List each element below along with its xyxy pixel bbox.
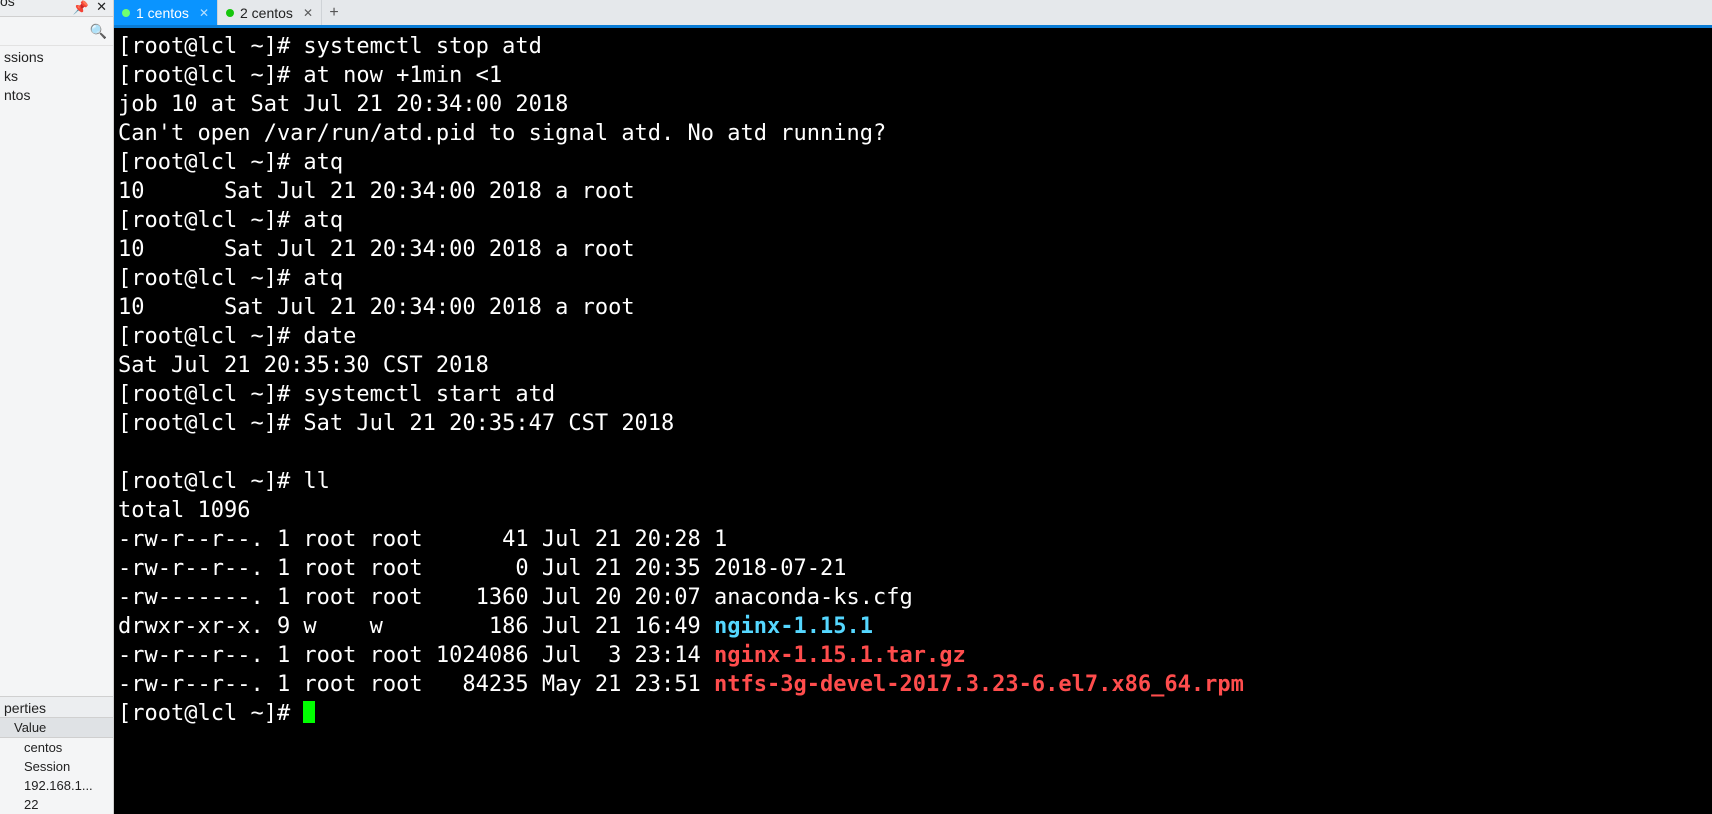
left-panel: os 📌 ✕ 🔍 ssionsksntos perties Value cent… <box>0 0 114 814</box>
cursor <box>303 701 315 723</box>
search-icon[interactable]: 🔍 <box>90 23 107 40</box>
ls-meta: -rw-r--r--. 1 root root 41 Jul 21 20:28 <box>118 527 714 552</box>
status-dot-icon <box>122 9 130 17</box>
terminal-line: -rw-------. 1 root root 1360 Jul 20 20:0… <box>118 583 1712 612</box>
sidebar-item[interactable]: ntos <box>0 86 113 105</box>
terminal-line: 10 Sat Jul 21 20:34:00 2018 a root <box>118 235 1712 264</box>
property-row: centos <box>0 738 113 757</box>
terminal-line: 10 Sat Jul 21 20:34:00 2018 a root <box>118 177 1712 206</box>
ls-filename: ntfs-3g-devel-2017.3.23-6.el7.x86_64.rpm <box>714 672 1244 697</box>
left-search-row: 🔍 <box>0 17 113 46</box>
terminal-line <box>118 438 1712 467</box>
ls-filename: 1 <box>714 527 727 552</box>
tab-label: 1 centos <box>136 5 189 21</box>
ls-meta: -rw-------. 1 root root 1360 Jul 20 20:0… <box>118 585 714 610</box>
ls-meta: -rw-r--r--. 1 root root 0 Jul 21 20:35 <box>118 556 714 581</box>
properties-rows: centosSession192.168.1...22 <box>0 738 113 814</box>
terminal-line: drwxr-xr-x. 9 w w 186 Jul 21 16:49 nginx… <box>118 612 1712 641</box>
ls-filename: nginx-1.15.1 <box>714 614 873 639</box>
tab[interactable]: 2 centos ✕ <box>218 0 322 25</box>
prompt: [root@lcl ~]# <box>118 701 303 726</box>
properties-header: perties <box>0 696 113 718</box>
terminal-line: [root@lcl ~]# systemctl start atd <box>118 380 1712 409</box>
ls-meta: -rw-r--r--. 1 root root 84235 May 21 23:… <box>118 672 714 697</box>
status-dot-icon <box>226 9 234 17</box>
tab-close-icon[interactable]: ✕ <box>199 6 209 20</box>
ls-meta: drwxr-xr-x. 9 w w 186 Jul 21 16:49 <box>118 614 714 639</box>
tab-strip: 1 centos ✕ 2 centos ✕ + <box>114 0 1712 28</box>
ls-filename: 2018-07-21 <box>714 556 846 581</box>
ls-meta: -rw-r--r--. 1 root root 1024086 Jul 3 23… <box>118 643 714 668</box>
terminal-line: -rw-r--r--. 1 root root 41 Jul 21 20:28 … <box>118 525 1712 554</box>
terminal-line: -rw-r--r--. 1 root root 1024086 Jul 3 23… <box>118 641 1712 670</box>
sidebar-items: ssionsksntos <box>0 46 113 105</box>
terminal-line: -rw-r--r--. 1 root root 0 Jul 21 20:35 2… <box>118 554 1712 583</box>
terminal-line: total 1096 <box>118 496 1712 525</box>
ls-filename: anaconda-ks.cfg <box>714 585 913 610</box>
properties-column-header: Value <box>0 718 113 738</box>
sidebar-item[interactable]: ssions <box>0 48 113 67</box>
property-row: 22 <box>0 795 113 814</box>
terminal-line: [root@lcl ~]# at now +1min <1 <box>118 61 1712 90</box>
app-root: os 📌 ✕ 🔍 ssionsksntos perties Value cent… <box>0 0 1712 814</box>
left-spacer <box>0 105 113 696</box>
tab-label: 2 centos <box>240 5 293 21</box>
terminal-line: Can't open /var/run/atd.pid to signal at… <box>118 119 1712 148</box>
tab-add-button[interactable]: + <box>322 0 346 25</box>
close-icon[interactable]: ✕ <box>96 0 107 15</box>
tab-close-icon[interactable]: ✕ <box>303 6 313 20</box>
terminal-line: [root@lcl ~]# atq <box>118 148 1712 177</box>
terminal-line: [root@lcl ~]# systemctl stop atd <box>118 32 1712 61</box>
terminal-line: [root@lcl ~]# atq <box>118 264 1712 293</box>
left-panel-body: 🔍 ssionsksntos perties Value centosSessi… <box>0 17 113 814</box>
property-row: Session <box>0 757 113 776</box>
property-row: 192.168.1... <box>0 776 113 795</box>
tab[interactable]: 1 centos ✕ <box>114 0 218 25</box>
terminal-line: 10 Sat Jul 21 20:34:00 2018 a root <box>118 293 1712 322</box>
terminal-line: [root@lcl ~]# ll <box>118 467 1712 496</box>
ls-filename: nginx-1.15.1.tar.gz <box>714 643 966 668</box>
terminal[interactable]: [root@lcl ~]# systemctl stop atd[root@lc… <box>114 28 1712 814</box>
pin-icon[interactable]: 📌 <box>73 0 89 16</box>
right-area: 1 centos ✕ 2 centos ✕ + [root@lcl ~]# system… <box>114 0 1712 814</box>
left-panel-header: os 📌 ✕ <box>0 0 113 17</box>
terminal-line: [root@lcl ~]# atq <box>118 206 1712 235</box>
terminal-line: job 10 at Sat Jul 21 20:34:00 2018 <box>118 90 1712 119</box>
terminal-line: Sat Jul 21 20:35:30 CST 2018 <box>118 351 1712 380</box>
sidebar-item[interactable]: ks <box>0 67 113 86</box>
terminal-line: [root@lcl ~]# <box>118 699 1712 728</box>
left-panel-title-fragment: os <box>0 0 15 9</box>
terminal-line: [root@lcl ~]# date <box>118 322 1712 351</box>
terminal-line: -rw-r--r--. 1 root root 84235 May 21 23:… <box>118 670 1712 699</box>
terminal-line: [root@lcl ~]# Sat Jul 21 20:35:47 CST 20… <box>118 409 1712 438</box>
